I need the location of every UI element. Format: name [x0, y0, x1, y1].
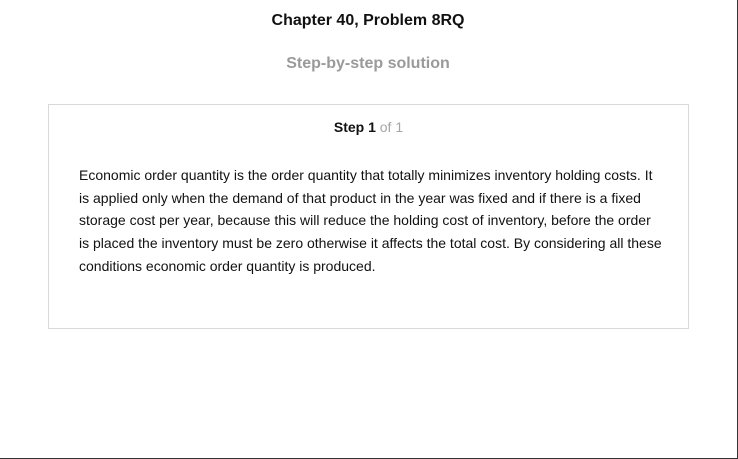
- page-title: Chapter 40, Problem 8RQ: [271, 12, 465, 29]
- step-card: Step 1 of 1 Economic order quantity is t…: [48, 104, 689, 329]
- step-count: of 1: [379, 119, 404, 135]
- page-subtitle: Step-by-step solution: [286, 55, 450, 72]
- step-body-text: Economic order quantity is the order qua…: [79, 167, 662, 274]
- step-label: Step 1: [333, 119, 376, 135]
- step-header: Step 1 of 1: [49, 119, 688, 135]
